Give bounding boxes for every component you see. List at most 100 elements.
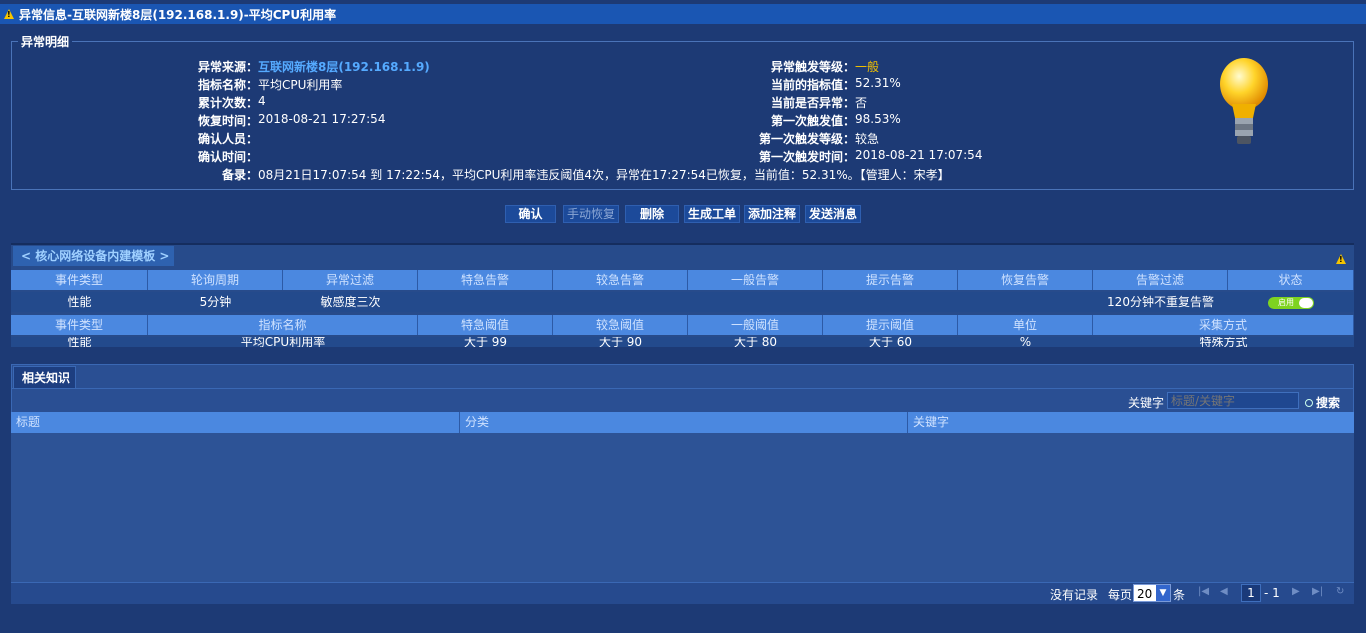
prev-page-icon[interactable]: ◀	[1220, 586, 1228, 597]
table-cell: 大于 80	[733, 337, 778, 347]
label-current-value: 当前的指标值：	[770, 78, 855, 92]
label-is-abnormal: 当前是否异常：	[770, 96, 855, 110]
table-cell: 5分钟	[199, 295, 232, 309]
add-note-button[interactable]: 添加注释	[744, 205, 800, 223]
col-header: 提示阈值	[823, 315, 958, 335]
value-first-value: 98.53%	[855, 112, 901, 126]
col-header: 一般告警	[688, 270, 823, 290]
status-toggle[interactable]: 启用	[1268, 296, 1314, 309]
col-header: 一般阈值	[688, 315, 823, 335]
value-is-abnormal: 否	[855, 96, 868, 110]
col-header: 状态	[1228, 270, 1354, 290]
col-header: 较急告警	[553, 270, 688, 290]
knowledge-tab[interactable]: 相关知识	[13, 366, 76, 388]
table-cell	[553, 292, 688, 312]
search-button[interactable]: 搜索	[1305, 394, 1340, 411]
value-metric: 平均CPU利用率	[258, 78, 343, 92]
search-icon	[1305, 399, 1313, 407]
value-remark: 08月21日17:07:54 到 17:22:54，平均CPU利用率违反阈值4次…	[258, 168, 950, 182]
detail-legend: 异常明细	[18, 33, 73, 50]
col-header: 告警过滤	[1093, 270, 1228, 290]
col-header: 单位	[958, 315, 1093, 335]
table-cell	[418, 292, 553, 312]
label-first-level: 第一次触发等级：	[758, 132, 855, 146]
template-tab[interactable]: < 核心网络设备内建模板 >	[13, 246, 174, 266]
knowledge-tab-divider	[11, 388, 1354, 389]
table-cell: 120分钟不重复告警	[1107, 295, 1214, 309]
table-cell: 平均CPU利用率	[240, 337, 326, 347]
chevron-down-icon: ▼	[1156, 585, 1170, 601]
search-label: 搜索	[1316, 396, 1341, 410]
col-header: 提示告警	[823, 270, 958, 290]
label-confirm-user: 确认人员：	[197, 132, 258, 146]
create-ticket-button[interactable]: 生成工单	[684, 205, 740, 223]
col-header: 轮询周期	[148, 270, 283, 290]
knowledge-header-row: 标题 分类 关键字	[11, 412, 1354, 433]
delete-button[interactable]: 删除	[625, 205, 679, 223]
table-cell: 大于 99	[463, 337, 508, 347]
table-cell: 性能	[67, 295, 92, 309]
table-cell	[958, 292, 1093, 312]
first-page-icon[interactable]: |◀	[1198, 586, 1209, 597]
keyword-input[interactable]	[1167, 392, 1299, 409]
lightbulb-icon	[1220, 58, 1268, 144]
col-header: 采集方式	[1093, 315, 1354, 335]
label-count: 累计次数：	[197, 96, 258, 110]
send-message-button[interactable]: 发送消息	[805, 205, 861, 223]
warning-icon	[4, 9, 14, 19]
table-cell: %	[1019, 337, 1032, 347]
col-header: 特急告警	[418, 270, 553, 290]
table-cell: 大于 60	[868, 337, 913, 347]
label-recover-time: 恢复时间：	[197, 114, 258, 128]
label-metric: 指标名称：	[197, 78, 258, 92]
label-trigger-level: 异常触发等级：	[770, 60, 855, 74]
col-header-title: 标题	[11, 412, 460, 433]
knowledge-list-body	[11, 433, 1354, 582]
alarm-header-row: 事件类型 轮询周期 异常过滤 特急告警 较急告警 一般告警 提示告警 恢复告警 …	[11, 270, 1354, 290]
col-header: 较急阈值	[553, 315, 688, 335]
table-cell: 特殊方式	[1199, 337, 1248, 347]
confirm-button[interactable]: 确认	[505, 205, 556, 223]
table-cell: 敏感度三次	[320, 295, 381, 309]
value-source-link[interactable]: 互联网新楼8层(192.168.1.9)	[258, 58, 430, 75]
last-page-icon[interactable]: ▶|	[1312, 586, 1323, 597]
status-cell: 启用	[1228, 292, 1354, 312]
threshold-header-row: 事件类型 指标名称 特急阈值 较急阈值 一般阈值 提示阈值 单位 采集方式	[11, 315, 1354, 335]
keyword-label: 关键字	[1128, 396, 1165, 410]
col-header: 异常过滤	[283, 270, 418, 290]
col-header: 事件类型	[11, 315, 148, 335]
page-total: - 1	[1264, 586, 1280, 600]
value-recover-time: 2018-08-21 17:27:54	[258, 112, 386, 126]
page-number-input[interactable]: 1	[1241, 584, 1261, 602]
page-size-select[interactable]: 20 ▼	[1133, 584, 1171, 602]
window-title-bar: 异常信息-互联网新楼8层(192.168.1.9)-平均CPU利用率	[0, 4, 1366, 24]
table-cell: 大于 90	[598, 337, 643, 347]
value-count: 4	[258, 94, 266, 108]
col-header: 事件类型	[11, 270, 148, 290]
value-trigger-level: 一般	[855, 60, 880, 74]
value-current-value: 52.31%	[855, 76, 901, 90]
col-header: 特急阈值	[418, 315, 553, 335]
alarm-row: 性能 5分钟 敏感度三次 120分钟不重复告警 启用	[11, 292, 1354, 312]
label-first-time: 第一次触发时间：	[758, 150, 855, 164]
label-first-value: 第一次触发值：	[770, 114, 855, 128]
template-warning-icon	[1336, 254, 1346, 264]
col-header-keyword: 关键字	[913, 415, 950, 429]
unit-label: 条	[1173, 588, 1186, 602]
table-cell	[688, 292, 823, 312]
label-confirm-time: 确认时间：	[197, 150, 258, 164]
no-records-text: 没有记录	[1050, 588, 1099, 602]
manual-recover-button[interactable]: 手动恢复	[563, 205, 619, 223]
per-page-label: 每页	[1108, 588, 1133, 602]
threshold-row: 性能 平均CPU利用率 大于 99 大于 90 大于 80 大于 60 % 特殊…	[11, 337, 1354, 347]
table-cell: 性能	[67, 337, 92, 347]
value-first-time: 2018-08-21 17:07:54	[855, 148, 983, 162]
next-page-icon[interactable]: ▶	[1292, 586, 1300, 597]
refresh-icon[interactable]: ↻	[1336, 586, 1344, 597]
value-first-level: 较急	[855, 132, 880, 146]
table-cell	[823, 292, 958, 312]
col-header: 恢复告警	[958, 270, 1093, 290]
page-size-value: 20	[1137, 587, 1153, 601]
col-header: 指标名称	[148, 315, 418, 335]
label-source: 异常来源：	[197, 60, 258, 74]
